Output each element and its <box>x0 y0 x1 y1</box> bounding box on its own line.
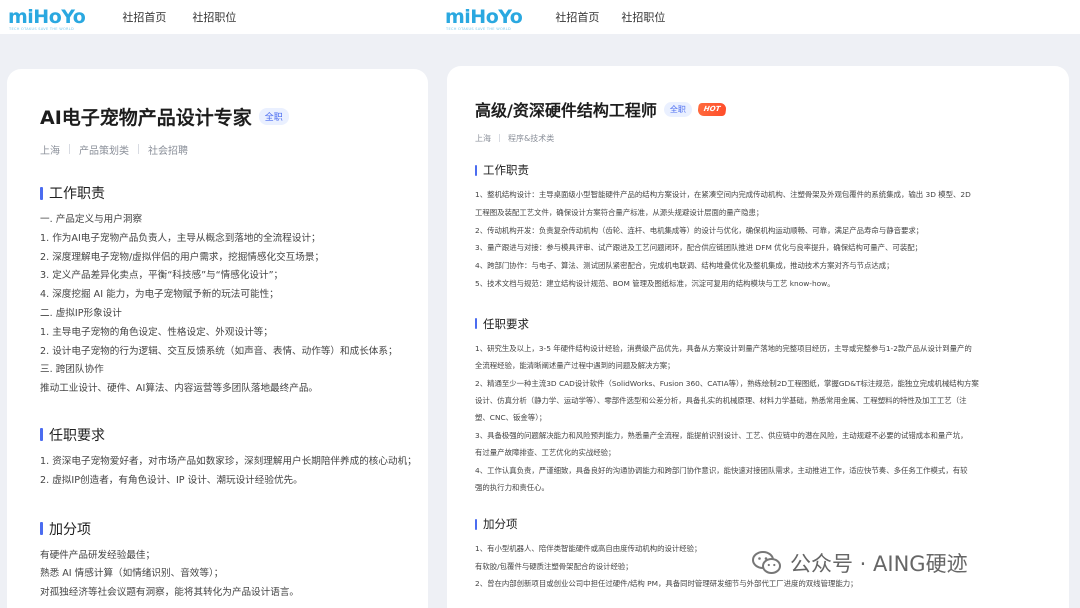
section-heading-requirements: 任职要求 <box>475 316 1069 332</box>
list-item: 1、研究生及以上，3-5 年硬件结构设计经验，消费级产品优先，具备从方案设计到量… <box>475 343 972 353</box>
hot-badge: HOT <box>696 102 727 116</box>
section-accent-bar <box>475 164 477 176</box>
list-item: 3、具备极强的问题解决能力和风险预判能力，熟悉量产全流程，能提前识别设计、工艺、… <box>475 430 968 440</box>
list-item: 1. 资深电子宠物爱好者，对市场产品如数家珍，深刻理解用户长期陪伴养成的核心动机… <box>40 455 417 467</box>
section-heading-requirements: 任职要求 <box>40 425 428 445</box>
list-item: 3、量产跟进与对接：参与模具评审、试产跟进及工艺问题闭环，配合供应链团队推进 D… <box>475 243 922 253</box>
list-item: 有过量产故障排查、工艺优化的实战经验； <box>475 448 616 458</box>
list-item: 2. 设计电子宠物的行为逻辑、交互反馈系统（如声音、表情、动作等）和成长体系； <box>40 345 398 357</box>
meta-category: 程序&技术类 <box>508 133 555 143</box>
meta-divider <box>499 134 500 142</box>
job-title-row: 高级/资深硬件结构工程师 全职 HOT <box>475 97 1069 121</box>
meta-category: 产品策划类 <box>79 145 129 157</box>
meta-recruit-type: 社会招聘 <box>148 145 188 157</box>
job-title-row: AI电子宠物产品设计专家 全职 <box>40 103 428 130</box>
left-top-navbar: miHoYo TECH OTAKUS SAVE THE WORLD 社招首页 社… <box>0 0 432 34</box>
list-item: 2、精通至少一种主流3D CAD设计软件（SolidWorks、Fusion 3… <box>475 378 979 388</box>
list-item: 强的执行力和责任心。 <box>475 483 549 493</box>
section-heading-responsibilities: 工作职责 <box>475 162 1069 178</box>
list-item: 一. 产品定义与用户洞察 <box>40 214 143 225</box>
job-title: AI电子宠物产品设计专家 <box>40 107 252 129</box>
job-title: 高级/资深硬件结构工程师 <box>475 101 657 120</box>
list-item: 全流程经验，能清晰阐述量产过程中遇到的问题及解决方案； <box>475 361 675 371</box>
meta-location: 上海 <box>40 145 60 157</box>
job-meta: 上海 产品策划类 社会招聘 <box>40 143 428 157</box>
list-item: 2. 虚拟IP创造者，有角色设计、IP 设计、潮玩设计经验优先。 <box>40 474 303 486</box>
fulltime-badge: 全职 <box>258 108 289 125</box>
nav-social-recruit-home[interactable]: 社招首页 <box>555 9 599 25</box>
list-item: 设计、仿真分析（静力学、运动学等）、零部件选型和公差分析，具备扎实的机械原理、材… <box>475 396 967 405</box>
requirements-list: 1. 资深电子宠物爱好者，对市场产品如数家珍，深刻理解用户长期陪伴养成的核心动机… <box>40 453 428 491</box>
list-item: 对孤独经济等社会议题有洞察，能将其转化为产品设计语言。 <box>40 587 300 599</box>
section-accent-bar <box>40 522 43 536</box>
section-accent-bar <box>40 186 43 200</box>
responsibilities-list: 1、整机结构设计：主导桌面级小型智能硬件产品的结构方案设计，在紧凑空间内完成传动… <box>475 186 1069 293</box>
watermark-text: 公众号 · AING硬迹 <box>790 552 968 576</box>
list-item: 二. 虚拟IP形象设计 <box>40 307 122 319</box>
meta-divider <box>138 144 139 154</box>
section-accent-bar <box>40 428 43 442</box>
list-item: 推动工业设计、硬件、AI算法、内容运营等多团队落地最终产品。 <box>40 383 319 395</box>
list-item: 工程图及装配工艺文件，确保设计方案符合量产标准，从源头规避设计层面的量产隐患； <box>475 207 764 217</box>
list-item: 2. 深度理解电子宠物/虚拟伴侣的用户需求，挖掘情感化交互场景； <box>40 251 325 263</box>
section-heading-bonus: 加分项 <box>475 516 1069 532</box>
list-item: 1. 主导电子宠物的角色设定、性格设定、外观设计等； <box>40 326 273 338</box>
wechat-icon <box>752 550 782 576</box>
fulltime-badge: 全职 <box>663 101 692 117</box>
list-item: 4、工作认真负责，严谨细致，具备良好的沟通协调能力和跨部门协作意识，能快速对接团… <box>475 465 968 475</box>
list-item: 塑、CNC、钣金等）； <box>475 413 547 423</box>
list-item: 1. 作为AI电子宠物产品负责人，主导从概念到落地的全流程设计； <box>40 232 321 244</box>
mihoyo-logo[interactable]: miHoYo TECH OTAKUS SAVE THE WORLD <box>8 7 86 30</box>
list-item: 4. 深度挖掘 AI 能力，为电子宠物赋予新的玩法可能性； <box>40 289 279 301</box>
list-item: 三. 跨团队协作 <box>40 364 104 376</box>
right-job-card: 高级/资深硬件结构工程师 全职 HOT 上海 程序&技术类 工作职责 1、整机结… <box>447 66 1069 608</box>
meta-location: 上海 <box>475 133 491 143</box>
nav-social-recruit-jobs[interactable]: 社招职位 <box>621 9 665 25</box>
bonus-list: 有硬件产品研发经验最佳； 熟悉 AI 情感计算（如情绪识别、音效等）； 对孤独经… <box>40 547 428 603</box>
list-item: 3. 定义产品差异化卖点，平衡“科技感”与“情感化设计”； <box>40 270 284 282</box>
section-accent-bar <box>475 318 477 330</box>
list-item: 1、整机结构设计：主导桌面级小型智能硬件产品的结构方案设计，在紧凑空间内完成传动… <box>475 190 971 199</box>
responsibilities-list: 一. 产品定义与用户洞察 1. 作为AI电子宠物产品负责人，主导从概念到落地的全… <box>40 211 428 399</box>
job-meta: 上海 程序&技术类 <box>475 133 1069 143</box>
nav-social-recruit-jobs[interactable]: 社招职位 <box>192 9 236 25</box>
list-item: 5、技术文档与规范：建立结构设计规范、BOM 管理及图纸标准，沉淀可复用的结构模… <box>475 278 835 288</box>
requirements-list: 1、研究生及以上，3-5 年硬件结构设计经验，消费级产品优先，具备从方案设计到量… <box>475 340 1069 497</box>
list-item: 熟悉 AI 情感计算（如情绪识别、音效等）； <box>40 568 224 580</box>
right-top-navbar: miHoYo TECH OTAKUS SAVE THE WORLD 社招首页 社… <box>432 0 1080 34</box>
section-heading-responsibilities: 工作职责 <box>40 183 428 203</box>
list-item: 4、跨部门协作：与电子、算法、测试团队紧密配合，完成机电联调、结构堆叠优化及整机… <box>475 261 894 271</box>
mihoyo-logo[interactable]: miHoYo TECH OTAKUS SAVE THE WORLD <box>445 7 523 30</box>
list-item: 2、传动机构开发：负责复杂传动机构（齿轮、连杆、电机集成等）的设计与优化，确保机… <box>475 225 924 235</box>
wechat-watermark: 公众号 · AING硬迹 <box>752 548 968 578</box>
section-accent-bar <box>475 518 477 530</box>
meta-divider <box>69 144 70 154</box>
left-job-card: AI电子宠物产品设计专家 全职 上海 产品策划类 社会招聘 工作职责 一. 产品… <box>7 69 428 608</box>
list-item: 有硬件产品研发经验最佳； <box>40 549 156 561</box>
nav-social-recruit-home[interactable]: 社招首页 <box>122 9 166 25</box>
section-heading-bonus: 加分项 <box>40 519 428 539</box>
